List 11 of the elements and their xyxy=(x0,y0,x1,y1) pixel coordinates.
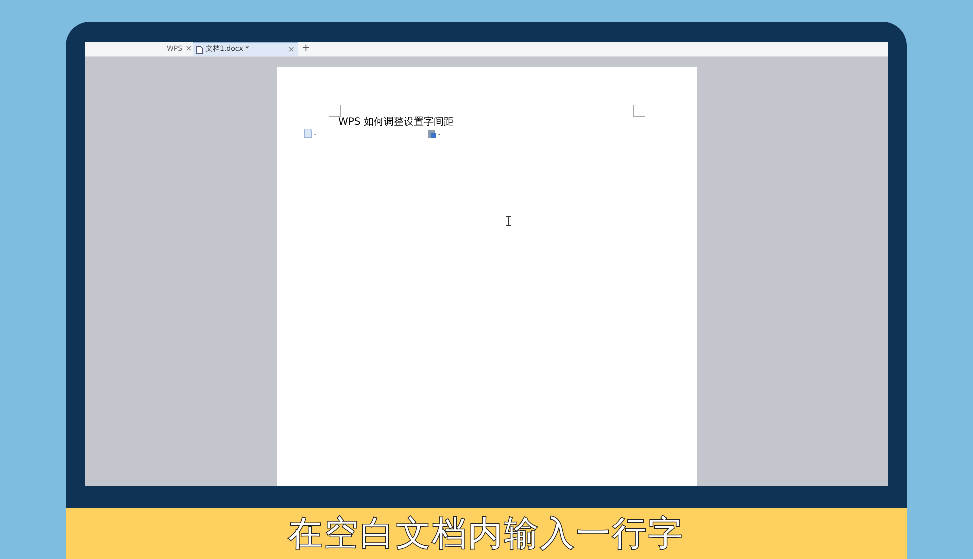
close-tab-button[interactable]: × xyxy=(288,44,295,56)
close-tab-button[interactable]: × xyxy=(186,43,192,55)
margin-mark xyxy=(328,105,340,117)
document-icon xyxy=(196,46,203,54)
margin-mark xyxy=(632,105,644,117)
clipboard-icon xyxy=(426,129,442,138)
caption-text: 在空白文档内输入一行字 xyxy=(288,514,684,554)
document-text: WPS 如何调整设置字间距 xyxy=(338,117,454,129)
document-icon xyxy=(304,129,316,138)
text-cursor-icon xyxy=(506,216,510,226)
new-tab-button[interactable]: + xyxy=(298,42,314,56)
